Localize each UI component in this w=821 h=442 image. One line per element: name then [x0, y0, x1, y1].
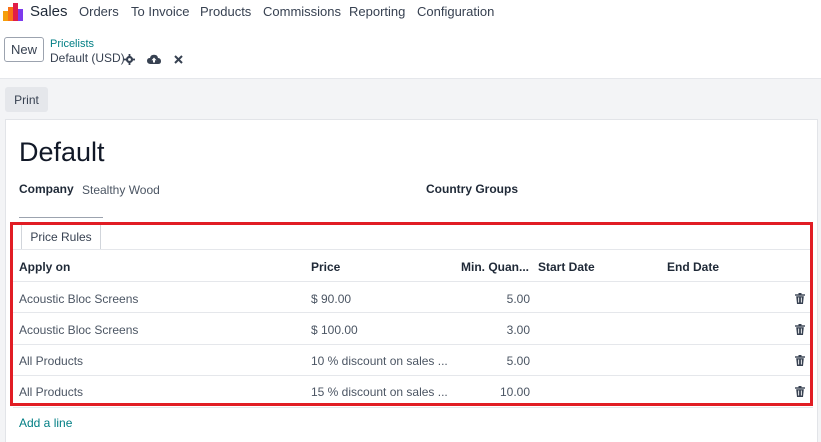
row-divider: [13, 344, 813, 345]
row3-price[interactable]: 10 % discount on sales ...: [311, 354, 448, 368]
country-groups-label: Country Groups: [426, 182, 518, 196]
row1-price[interactable]: $ 90.00: [311, 292, 351, 306]
row-divider: [13, 375, 813, 376]
menu-to-invoice[interactable]: To Invoice: [131, 4, 190, 19]
row-divider: [13, 312, 813, 313]
tab-price-rules[interactable]: Price Rules: [21, 222, 101, 250]
row2-price[interactable]: $ 100.00: [311, 323, 358, 337]
row2-apply-on[interactable]: Acoustic Bloc Screens: [19, 323, 138, 337]
row2-min-qty[interactable]: 3.00: [450, 323, 530, 337]
menu-orders[interactable]: Orders: [79, 4, 119, 19]
menu-configuration[interactable]: Configuration: [417, 4, 494, 19]
menu-reporting[interactable]: Reporting: [349, 4, 405, 19]
app-name[interactable]: Sales: [30, 3, 68, 20]
column-min-quantity[interactable]: Min. Quan...: [461, 260, 529, 274]
delete-row4-trash-icon[interactable]: [795, 386, 805, 397]
column-end-date[interactable]: End Date: [667, 260, 719, 274]
delete-row3-trash-icon[interactable]: [795, 355, 805, 366]
row3-min-qty[interactable]: 5.00: [450, 354, 530, 368]
column-apply-on[interactable]: Apply on: [19, 260, 70, 274]
add-a-line-link[interactable]: Add a line: [19, 416, 72, 430]
new-button[interactable]: New: [4, 37, 44, 62]
company-field[interactable]: Stealthy Wood: [82, 183, 160, 197]
sales-app-icon[interactable]: [3, 2, 23, 21]
row-divider: [13, 407, 813, 408]
row3-apply-on[interactable]: All Products: [19, 354, 83, 368]
discard-close-icon[interactable]: [171, 52, 185, 66]
delete-row1-trash-icon[interactable]: [795, 293, 805, 304]
breadcrumb-pricelists[interactable]: Pricelists: [50, 38, 94, 50]
company-label: Company: [19, 182, 74, 196]
row1-apply-on[interactable]: Acoustic Bloc Screens: [19, 292, 138, 306]
top-navbar: Sales Orders To Invoice Products Commiss…: [0, 0, 821, 24]
menu-commissions[interactable]: Commissions: [263, 4, 341, 19]
delete-row2-trash-icon[interactable]: [795, 324, 805, 335]
menu-products[interactable]: Products: [200, 4, 251, 19]
field-underline: [19, 217, 103, 218]
row1-min-qty[interactable]: 5.00: [450, 292, 530, 306]
row4-apply-on[interactable]: All Products: [19, 385, 83, 399]
control-panel: New Pricelists Default (USD): [0, 24, 821, 79]
gear-icon[interactable]: [122, 52, 136, 66]
record-title[interactable]: Default: [19, 137, 105, 168]
header-divider: [13, 281, 813, 282]
record-name: Default (USD): [50, 51, 125, 65]
form-sheet: Default Company Stealthy Wood Country Gr…: [5, 119, 818, 442]
save-cloud-icon[interactable]: [147, 52, 161, 66]
column-price[interactable]: Price: [311, 260, 340, 274]
row4-min-qty[interactable]: 10.00: [450, 385, 530, 399]
print-button[interactable]: Print: [5, 87, 48, 112]
tab-divider: [13, 249, 813, 250]
column-start-date[interactable]: Start Date: [538, 260, 595, 274]
row4-price[interactable]: 15 % discount on sales ...: [311, 385, 448, 399]
